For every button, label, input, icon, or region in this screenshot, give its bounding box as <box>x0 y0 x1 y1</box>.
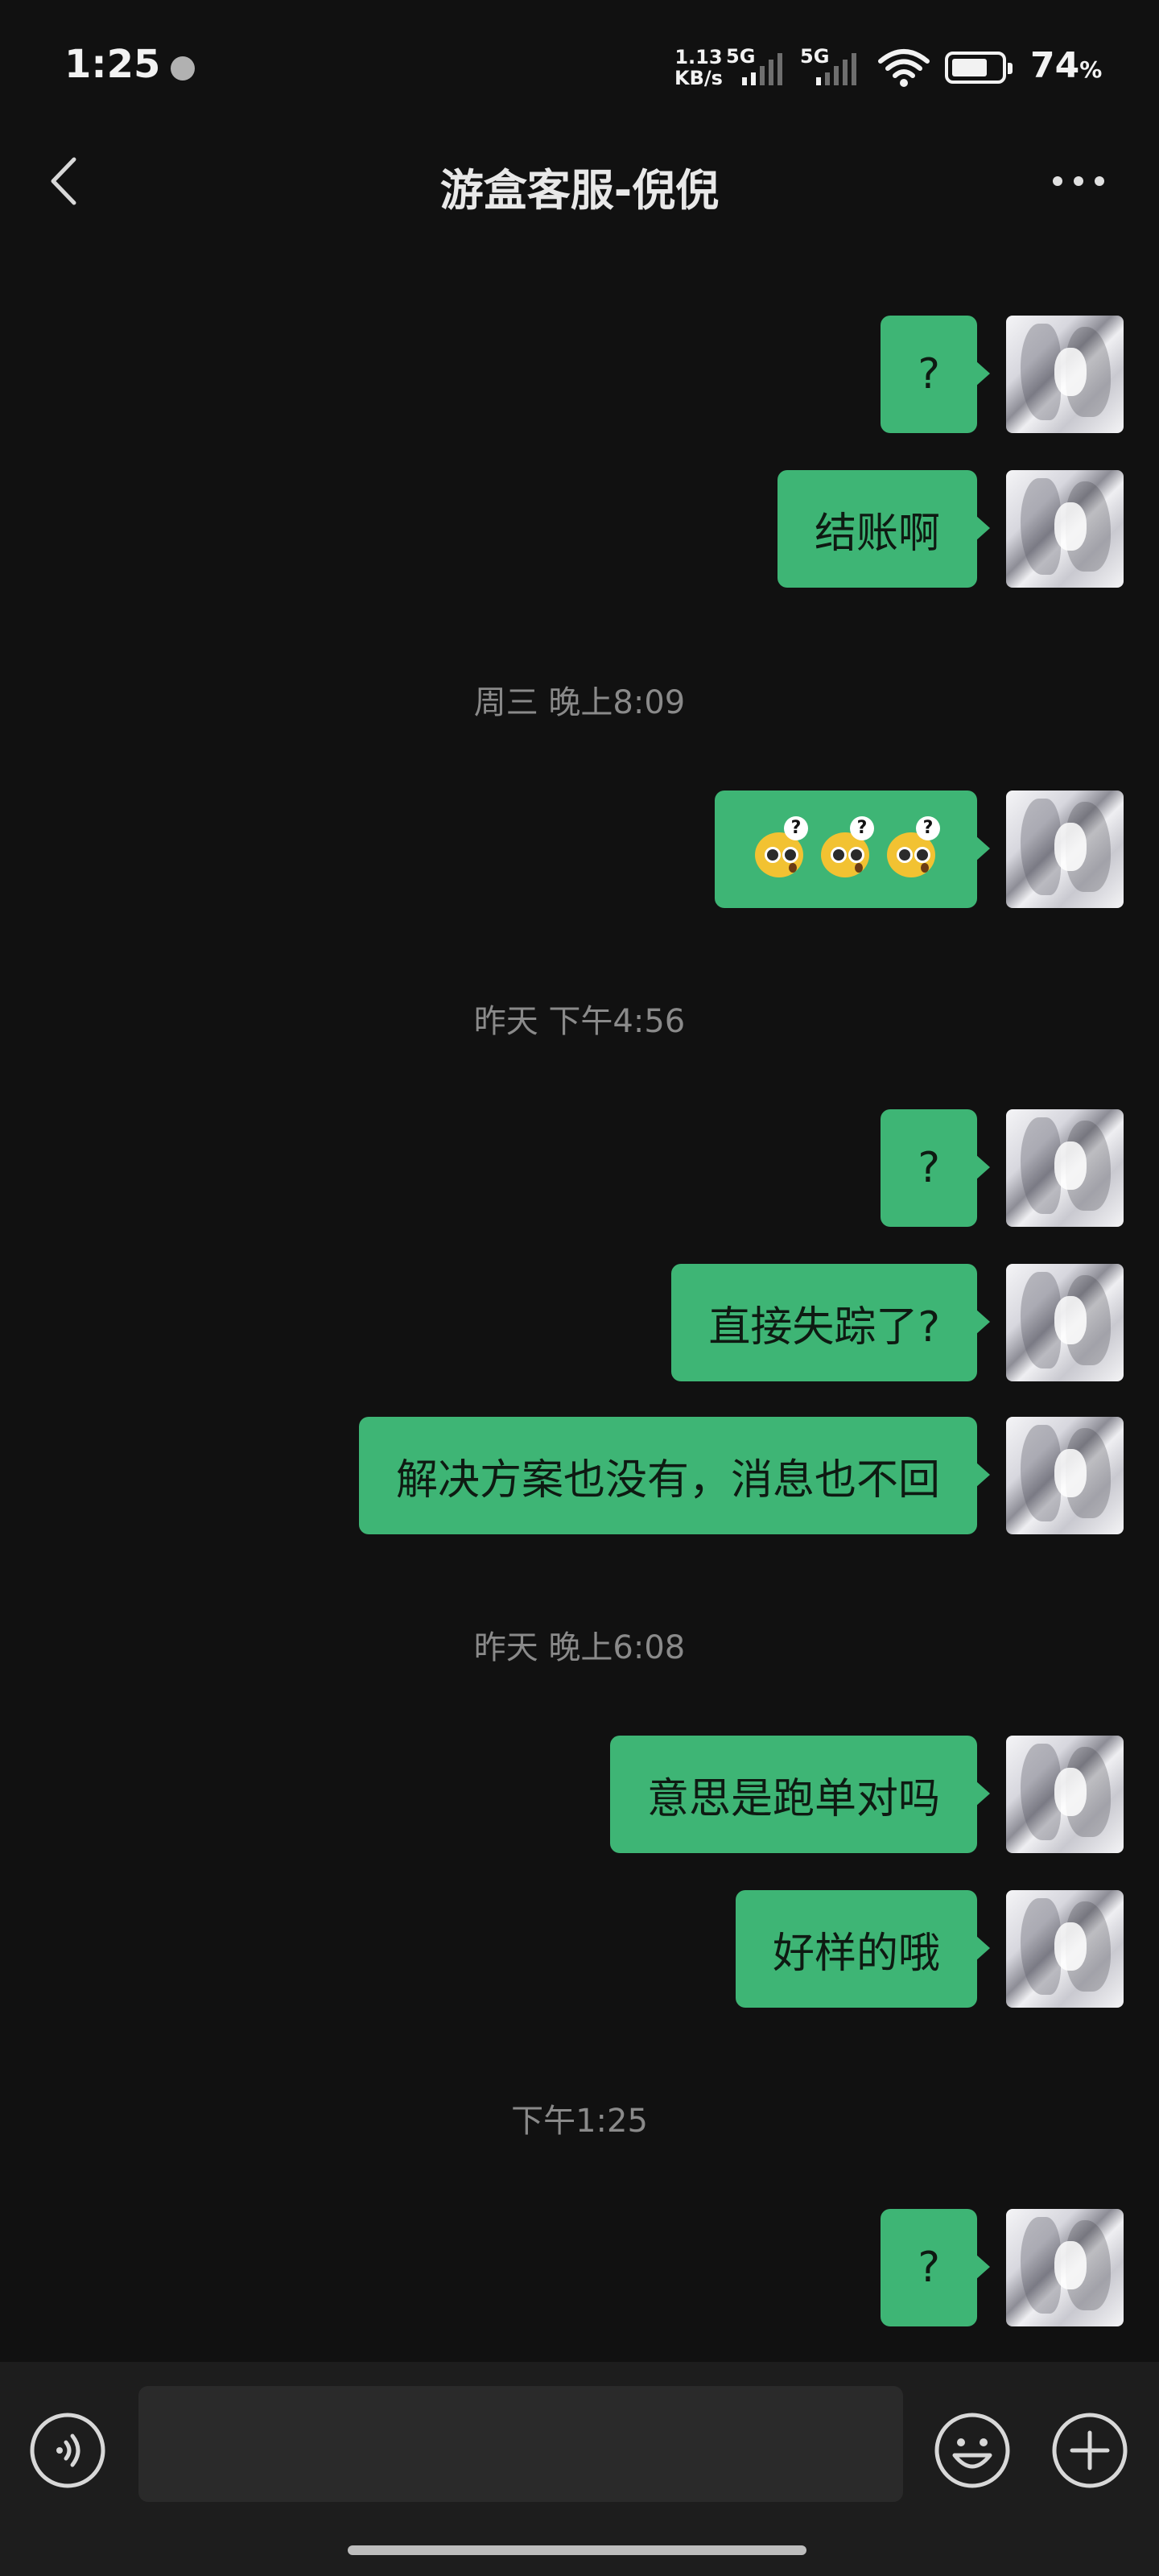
wifi-icon <box>878 49 930 87</box>
message-row: ? <box>881 2209 1124 2326</box>
avatar[interactable] <box>1006 1736 1124 1853</box>
message-row: ? ? ? <box>715 791 1124 908</box>
notification-dot-icon <box>171 56 195 80</box>
confused-face-emoji: ? <box>884 816 940 877</box>
message-bubble[interactable]: 解决方案也没有，消息也不回 <box>358 1417 991 1534</box>
more-dots-icon[interactable] <box>1046 161 1111 201</box>
timestamp: 周三 晚上8:09 <box>473 684 686 721</box>
avatar[interactable] <box>1006 470 1124 588</box>
battery-value: 74 <box>1030 45 1080 86</box>
message-row: 解决方案也没有，消息也不回 <box>358 1417 1124 1534</box>
message-bubble[interactable]: ? <box>881 2209 990 2326</box>
message-bubble[interactable]: 意思是跑单对吗 <box>609 1736 991 1853</box>
message-bubble[interactable]: 结账啊 <box>777 470 991 588</box>
avatar[interactable] <box>1006 1890 1124 2008</box>
message-input[interactable] <box>138 2386 903 2502</box>
message-row: ? <box>881 316 1124 433</box>
timestamp: 昨天 晚上6:08 <box>473 1629 686 1666</box>
message-row: 好样的哦 <box>735 1890 1124 2008</box>
signal-icon: 5G <box>800 45 864 85</box>
battery-icon <box>945 52 1013 84</box>
network-speed-value: 1.13 <box>674 46 723 68</box>
avatar[interactable] <box>1006 1417 1124 1534</box>
avatar[interactable] <box>1006 1264 1124 1381</box>
battery-percent: 74% <box>1030 45 1102 86</box>
message-row: 结账啊 <box>777 470 1124 588</box>
avatar[interactable] <box>1006 1109 1124 1227</box>
home-indicator[interactable] <box>348 2545 806 2555</box>
message-row: ? <box>881 1109 1124 1227</box>
avatar[interactable] <box>1006 2209 1124 2326</box>
confused-face-emoji: ? <box>818 816 874 877</box>
timestamp: 昨天 下午4:56 <box>473 1003 686 1040</box>
message-row: 直接失踪了? <box>671 1264 1124 1381</box>
status-time: 1:25 <box>64 42 161 87</box>
network-speed-unit: KB/s <box>674 67 723 89</box>
message-bubble[interactable]: ? <box>881 1109 990 1227</box>
signal-icon: 5G <box>726 45 790 85</box>
message-bubble[interactable]: 好样的哦 <box>735 1890 991 2008</box>
chat-title: 游盒客服-倪倪 <box>439 165 720 216</box>
confused-face-emoji: ? <box>752 816 808 877</box>
battery-fill <box>952 59 987 76</box>
message-row: 意思是跑单对吗 <box>609 1736 1124 1853</box>
avatar[interactable] <box>1006 316 1124 433</box>
message-bubble[interactable]: ? <box>881 316 990 433</box>
timestamp: 下午1:25 <box>511 2103 648 2140</box>
emoji-icon[interactable] <box>934 2412 1011 2489</box>
emoji-message-bubble[interactable]: ? ? ? <box>715 791 990 908</box>
chat-header: 游盒客服-倪倪 <box>0 137 1159 225</box>
avatar[interactable] <box>1006 791 1124 908</box>
status-bar: 1:25 1.13 KB/s 5G 5G 74% <box>0 0 1159 137</box>
message-bubble[interactable]: 直接失踪了? <box>671 1264 990 1381</box>
voice-icon[interactable] <box>29 2412 106 2489</box>
plus-icon[interactable] <box>1051 2412 1128 2489</box>
input-bar <box>0 2362 1159 2576</box>
network-speed: 1.13 KB/s <box>674 47 723 89</box>
battery-unit: % <box>1079 56 1103 83</box>
message-list[interactable]: ? 结账啊 周三 晚上8:09 ? ? ? 昨天 下午4:56 ? 直接失踪了?… <box>0 225 1159 2351</box>
